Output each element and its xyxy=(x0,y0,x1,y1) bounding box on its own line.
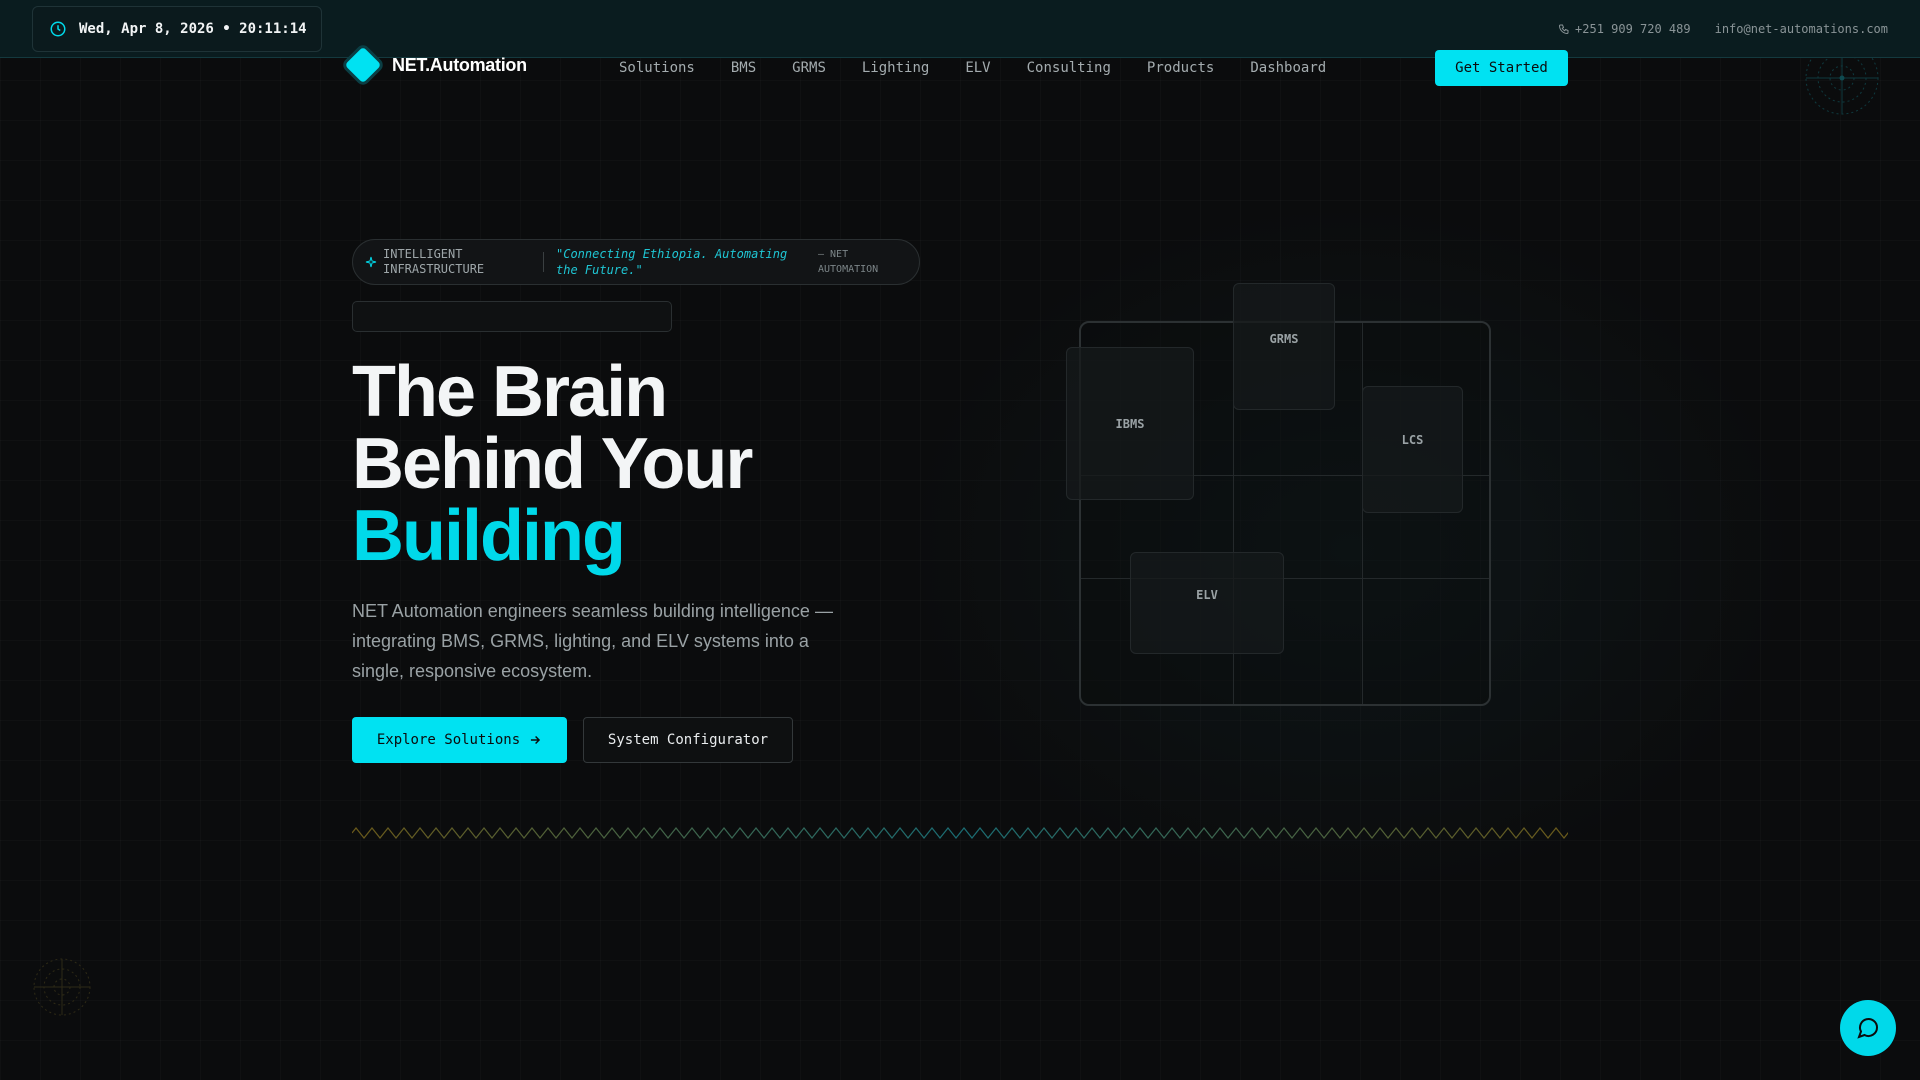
tagline-pill: INTELLIGENT INFRASTRUCTURE "Connecting E… xyxy=(352,239,920,285)
nav-links: Solutions BMS GRMS Lighting ELV Consulti… xyxy=(619,42,1362,94)
hero-description: NET Automation engineers seamless buildi… xyxy=(352,601,833,681)
nav-link-elv[interactable]: ELV xyxy=(965,60,990,76)
nav-link-grms[interactable]: GRMS xyxy=(792,60,826,76)
decorative-radar-icon-bottom xyxy=(33,958,91,1016)
arrow-right-icon xyxy=(531,735,541,745)
module-elv-label: ELV xyxy=(1196,588,1218,602)
module-grms[interactable]: GRMS xyxy=(1233,283,1335,410)
module-ibms[interactable]: IBMS xyxy=(1066,347,1194,500)
tagline-label: INTELLIGENT INFRASTRUCTURE xyxy=(383,247,485,276)
diagram-grid-line xyxy=(1362,323,1363,704)
nav-link-bms[interactable]: BMS xyxy=(731,60,756,76)
get-started-button[interactable]: Get Started xyxy=(1435,50,1568,86)
chat-bubble-icon xyxy=(1857,1018,1879,1039)
nav-link-solutions[interactable]: Solutions xyxy=(619,60,695,76)
module-lcs[interactable]: LCS xyxy=(1362,386,1463,513)
phone-icon xyxy=(1559,24,1569,35)
headline-accent: Building xyxy=(352,496,626,576)
tagline-divider xyxy=(543,252,544,272)
nav-link-lighting[interactable]: Lighting xyxy=(862,60,929,76)
email-link[interactable]: info@net-automations.com xyxy=(1715,22,1888,36)
headline-line-2: Behind Your xyxy=(352,424,753,504)
module-elv[interactable]: ELV xyxy=(1130,552,1284,654)
datetime-text: Wed, Apr 8, 2026 • 20:11:14 xyxy=(79,21,307,37)
headline-line-1: The Brain xyxy=(352,352,668,432)
explore-solutions-button[interactable]: Explore Solutions xyxy=(352,717,567,763)
tagline-attribution: — NET AUTOMATION xyxy=(818,249,879,275)
logo-text: NET.Automation xyxy=(392,54,527,75)
page-title: The Brain Behind Your Building xyxy=(352,356,912,572)
logo[interactable]: NET.Automation xyxy=(344,46,527,84)
logo-diamond-icon xyxy=(344,46,382,84)
module-ibms-label: IBMS xyxy=(1115,416,1145,431)
chat-button[interactable] xyxy=(1840,1000,1896,1056)
main-nav: NET.Automation Solutions BMS GRMS Lighti… xyxy=(0,42,1920,94)
nav-link-consulting[interactable]: Consulting xyxy=(1027,60,1111,76)
tagline-quote: "Connecting Ethiopia. Automating the Fut… xyxy=(556,247,788,277)
module-grms-label: GRMS xyxy=(1269,332,1299,346)
sparkle-icon xyxy=(365,256,377,268)
system-configurator-button[interactable]: System Configurator xyxy=(583,717,793,763)
placeholder-box xyxy=(352,301,672,332)
phone-link[interactable]: +251 909 720 489 xyxy=(1558,22,1691,36)
decorative-wave xyxy=(352,827,1568,839)
module-lcs-label: LCS xyxy=(1401,433,1424,447)
phone-text: +251 909 720 489 xyxy=(1575,22,1691,36)
nav-link-dashboard[interactable]: Dashboard xyxy=(1250,60,1326,76)
nav-link-products[interactable]: Products xyxy=(1147,60,1214,76)
clock-icon xyxy=(50,21,66,37)
explore-solutions-label: Explore Solutions xyxy=(376,732,521,748)
